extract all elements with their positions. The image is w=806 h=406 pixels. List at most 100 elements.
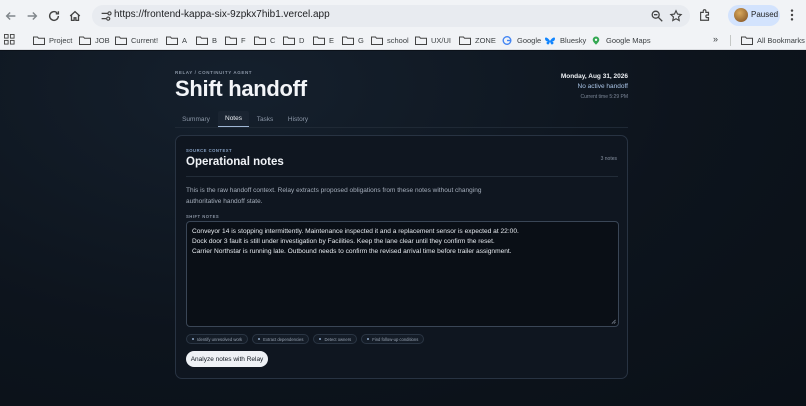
shift-notes-textarea[interactable]: Conveyor 14 is stopping intermittently. … [186,221,619,327]
bookmark-label: Google Maps [606,36,651,45]
arrow-left-icon [5,12,16,20]
capability-chips: Identify unresolved work Extract depende… [186,334,425,344]
chip-label: Detect owners [324,336,352,342]
capability-chip: Detect owners [313,334,358,344]
bookmark-label: E [329,36,335,45]
bookmark-label: school [387,36,409,45]
forward-button[interactable] [22,6,42,26]
bookmark-item[interactable]: G [342,34,364,47]
back-button[interactable] [1,6,21,26]
tab-label: Tasks [256,115,274,123]
bookmarks-overflow-button[interactable]: » [713,34,718,44]
folder-icon [79,36,91,45]
bookmark-item[interactable]: B [196,34,217,47]
folder-icon [33,36,45,45]
extensions-icon[interactable] [698,8,712,22]
folder-icon [313,36,325,45]
address-bar[interactable]: https://frontend-kappa-six-9zpkx7hib1.ve… [92,5,690,27]
analyze-notes-button[interactable]: Analyze notes with Relay [186,351,268,367]
profile-button[interactable]: Paused [728,5,780,26]
bookmark-item[interactable]: JOB [79,34,110,47]
bookmarks-bar: Project JOB Current! A B F C D E Gschool UX/UI ZONE… [0,31,806,50]
url-text[interactable]: https://frontend-kappa-six-9zpkx7hib1.ve… [114,9,330,20]
operational-notes-card: SOURCE CONTEXT Operational notes 3 notes… [175,135,628,379]
note-line: Carrier Northstar is running late. Outbo… [192,248,512,256]
bullet-icon [258,338,261,340]
folder-icon [115,36,127,45]
capability-chip: Extract dependencies [252,334,310,344]
bookmark-item[interactable]: Google [501,34,541,47]
bookmark-label: JOB [95,36,110,45]
maps-icon [592,36,600,45]
folder-icon [196,36,208,45]
google-icon [502,36,512,45]
page-title: Shift handoff [175,76,307,101]
all-bookmarks-label: All Bookmarks [757,36,805,45]
note-line: Conveyor 14 is stopping intermittently. … [192,228,519,235]
bookmark-item[interactable]: D [283,34,304,47]
bookmark-item[interactable]: Google Maps [590,34,651,47]
shift-notes-label: SHIFT NOTES [186,214,220,219]
card-divider [186,176,618,177]
bookmark-label: Bluesky [560,36,587,45]
bookmark-item[interactable]: C [254,34,275,47]
bluesky-icon [545,37,555,45]
reload-button[interactable] [44,6,64,26]
folder-icon [459,36,471,45]
bullet-icon [319,338,322,340]
tab-label: History [287,115,309,123]
bookmark-item[interactable]: E [313,34,334,47]
bookmark-item[interactable]: Bluesky [544,34,586,47]
tab-history[interactable]: History [284,111,312,127]
folder-icon [283,36,295,45]
folder-icon [342,36,354,45]
bookmarks-separator [730,35,731,46]
home-button[interactable] [65,6,85,26]
bookmark-item[interactable]: F [225,34,246,47]
bookmark-label: C [270,36,276,45]
card-title: Operational notes [186,156,284,168]
kebab-menu-icon[interactable] [786,8,798,22]
tab-label: Notes [225,115,242,122]
folder-icon [225,36,237,45]
note-count: 3 notes [600,156,617,162]
folder-icon [415,36,427,45]
bookmark-item[interactable]: school [371,34,409,47]
bookmark-label: A [182,36,188,45]
home-icon [69,10,81,22]
folder-icon [166,36,178,45]
reload-icon [48,10,60,22]
profile-status: Paused [751,10,779,19]
chip-label: Extract dependencies [263,336,304,342]
bookmark-label: ZONE [475,36,496,45]
app-eyebrow: RELAY / CONTINUITY AGENT [175,70,253,75]
bookmark-item[interactable]: ZONE [459,34,496,47]
zoom-icon[interactable] [650,9,664,23]
star-icon[interactable] [669,9,683,23]
folder-icon [741,36,753,45]
bullet-icon [367,338,370,340]
current-time: Current time 5:29 PM [580,94,628,100]
bookmark-item[interactable]: Current! [115,34,158,47]
tab-divider [175,127,628,128]
tab-summary[interactable]: Summary [175,111,217,127]
capability-chip: Identify unresolved work [186,334,249,344]
all-bookmarks-button[interactable]: All Bookmarks [741,34,805,47]
bookmark-label: Project [49,36,73,45]
app-page: RELAY / CONTINUITY AGENT Shift handoff M… [0,51,806,406]
bookmark-label: UX/UI [431,36,452,45]
tab-tasks[interactable]: Tasks [253,111,277,127]
avatar [734,8,748,22]
tab-notes[interactable]: Notes [218,111,249,127]
bookmark-label: Google [517,36,542,45]
site-info-icon[interactable] [99,9,113,23]
apps-grid-icon[interactable] [4,34,15,45]
bookmark-item[interactable]: A [166,34,187,47]
bookmark-item[interactable]: Project [33,34,72,47]
bookmark-label: F [241,36,246,45]
bookmark-label: Current! [131,36,159,45]
resize-handle-icon[interactable] [611,319,616,324]
bookmark-label: G [358,36,364,45]
browser-toolbar: https://frontend-kappa-six-9zpkx7hib1.ve… [0,0,806,31]
bookmark-item[interactable]: UX/UI [415,34,451,47]
